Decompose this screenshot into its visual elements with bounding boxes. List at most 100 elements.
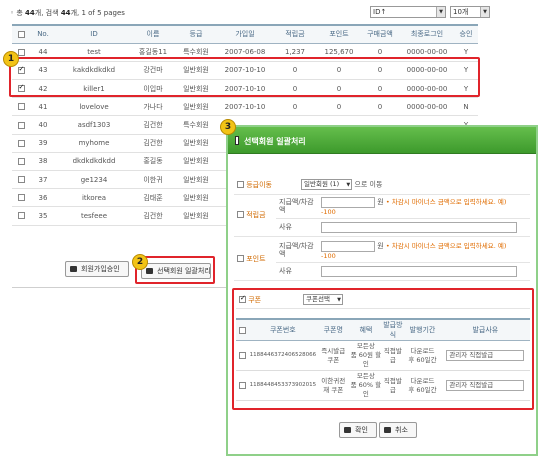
close-icon xyxy=(384,427,391,433)
cell-no: 37 xyxy=(30,170,56,190)
cell-name: 김건한 xyxy=(132,134,174,153)
cell-name: 이한귀 xyxy=(132,170,174,190)
selected-rows-highlight xyxy=(9,57,480,97)
list-summary-bar: ◦ 총 44개, 검색 44개, 1 of 5 pages ID↑ ▼ 10개 ▼ xyxy=(10,6,530,20)
panel-header: 선택회원 일괄처리 xyxy=(228,127,536,154)
button-icon xyxy=(344,427,351,433)
reserve-amount-label: 지급액/차감액 xyxy=(276,194,318,219)
per-page-select[interactable]: 10개 ▼ xyxy=(450,6,490,18)
coupon-reason-input[interactable]: 관리자 직접발급 xyxy=(446,380,525,391)
coupon-cell-period: 다운로드 후 60일간 xyxy=(404,370,441,401)
cell-id: itkorea xyxy=(56,188,132,208)
col-name: 이름 xyxy=(132,25,174,44)
table-header: No. ID 이름 등급 가입일 적립금 포인트 구매금액 최종로그인 승인 xyxy=(12,25,478,44)
col-last-login: 최종로그인 xyxy=(400,25,454,44)
col-purchase: 구매금액 xyxy=(360,25,400,44)
cancel-button[interactable]: 취소 xyxy=(379,422,417,438)
col-approved: 승인 xyxy=(454,25,478,44)
col-point: 포인트 xyxy=(318,25,360,44)
grade-select[interactable]: 일반회원 (1) xyxy=(301,179,353,191)
cell-id: ge1234 xyxy=(56,170,132,190)
callout-1: 1 xyxy=(3,51,19,67)
row-checkbox[interactable] xyxy=(17,194,25,202)
cell-approved: N xyxy=(454,97,478,117)
coupon-cell-method: 직접발 급 xyxy=(381,370,405,401)
panel-title: 선택회원 일괄처리 xyxy=(244,137,306,146)
cell-last: 0000-00-00 xyxy=(400,97,454,117)
coupon-cell-name: 즉시발급 쿠폰 xyxy=(316,340,351,371)
cell-grade: 일반회원 xyxy=(174,170,218,190)
row-checkbox[interactable] xyxy=(17,139,25,147)
cell-point: 0 xyxy=(318,97,360,117)
col-joined: 가입일 xyxy=(218,25,272,44)
select-all-checkbox[interactable] xyxy=(12,25,30,44)
chevron-down-icon: ▼ xyxy=(480,7,489,17)
row-checkbox[interactable] xyxy=(17,176,25,184)
cell-name: 김건한 xyxy=(132,206,174,226)
grade-change-checkbox[interactable] xyxy=(237,181,244,189)
coupon-select[interactable]: 쿠폰선택 xyxy=(303,294,343,306)
coupon-row: 1188446372406528066 즉시발급 쿠폰 모든상 품 60원 할 인직… xyxy=(236,340,530,371)
cell-no: 38 xyxy=(30,152,56,172)
reserve-amount-input[interactable] xyxy=(321,196,375,208)
cell-no: 35 xyxy=(30,206,56,226)
point-reason-input[interactable] xyxy=(321,265,517,277)
cell-no: 40 xyxy=(30,115,56,135)
row-checkbox[interactable] xyxy=(17,157,25,165)
col-id: ID xyxy=(56,25,132,44)
callout-3: 3 xyxy=(220,119,236,135)
total-count: 44 xyxy=(25,9,35,17)
cell-id: asdf1303 xyxy=(56,115,132,135)
cell-id: myhome xyxy=(56,134,132,153)
list-summary: ◦ 총 44개, 검색 44개, 1 of 5 pages xyxy=(10,9,125,17)
cell-name: 홍길동 xyxy=(132,152,174,172)
callout-2: 2 xyxy=(132,254,148,270)
cell-no: 39 xyxy=(30,134,56,153)
coupon-checkbox[interactable] xyxy=(239,294,246,304)
reserve-checkbox[interactable] xyxy=(237,211,244,219)
coupon-cell-benefit: 모든상 품 60원 할 인 xyxy=(350,340,382,371)
cell-purchase: 0 xyxy=(360,97,400,117)
table-row: 41 lovelove 가나다 일반회원 2007-10-10 0 0 0 0000-00-00… xyxy=(12,97,478,117)
cell-id: lovelove xyxy=(56,97,132,117)
reserve-form: 적립금 지급액/차감액 원 • 차감시 마이너스 금액으로 입력하세요. 예) -… xyxy=(234,194,530,237)
point-amount-label: 지급액/차감액 xyxy=(276,238,318,263)
grade-change-form: 등급이동 일반회원 (1) 으로 이동 xyxy=(234,176,530,195)
col-no: No. xyxy=(30,25,56,44)
point-amount-input[interactable] xyxy=(321,240,375,252)
cell-grade: 일반회원 xyxy=(174,152,218,172)
sort-select[interactable]: ID↑ ▼ xyxy=(370,6,446,18)
signup-approve-button[interactable]: 회원가입승인 xyxy=(65,261,129,277)
coupon-cell-number: 1188448453373902015 xyxy=(249,370,317,401)
cell-no: 41 xyxy=(30,97,56,117)
cell-joined: 2007-10-10 xyxy=(218,97,272,117)
coupon-select-all-checkbox[interactable] xyxy=(236,318,250,341)
coupon-table-header: 쿠폰번호 쿠폰명 혜택 발급방식 발행기간 발급사유 xyxy=(236,318,530,341)
coupon-cell-method: 직접발 급 xyxy=(381,340,405,371)
reserve-reason-input[interactable] xyxy=(321,221,517,233)
coupon-cell-period: 다운로드 후 60일간 xyxy=(404,340,441,371)
cell-grade: 일반회원 xyxy=(174,134,218,153)
row-checkbox[interactable] xyxy=(17,48,25,56)
cell-grade: 특수회원 xyxy=(174,115,218,135)
chevron-down-icon: ▼ xyxy=(436,7,445,17)
found-count: 44 xyxy=(60,9,71,17)
cell-name: 김건한 xyxy=(132,115,174,135)
col-grade: 등급 xyxy=(174,25,218,44)
coupon-table: 쿠폰번호 쿠폰명 혜택 발급방식 발행기간 발급사유 1188446372406… xyxy=(236,318,530,401)
cell-grade: 일반회원 xyxy=(174,97,218,117)
coupon-row-checkbox[interactable] xyxy=(239,381,247,389)
coupon-cell-benefit: 모든상 품 60% 할 인 xyxy=(350,370,382,401)
col-reserve: 적립금 xyxy=(272,25,318,44)
confirm-button[interactable]: 확인 xyxy=(339,422,377,438)
row-checkbox[interactable] xyxy=(17,212,25,220)
cell-id: tesfeee xyxy=(56,206,132,226)
coupon-cell-name: 이한귀전 재 쿠폰 xyxy=(316,370,351,401)
point-checkbox[interactable] xyxy=(237,255,244,263)
row-checkbox[interactable] xyxy=(17,103,25,111)
coupon-reason-input[interactable]: 관리자 직접발급 xyxy=(446,350,525,361)
coupon-row-checkbox[interactable] xyxy=(239,351,247,359)
row-checkbox[interactable] xyxy=(17,121,25,129)
coupon-form: 쿠폰 쿠폰선택 xyxy=(236,292,530,309)
cell-id: dkdkdkdkdd xyxy=(56,152,132,172)
